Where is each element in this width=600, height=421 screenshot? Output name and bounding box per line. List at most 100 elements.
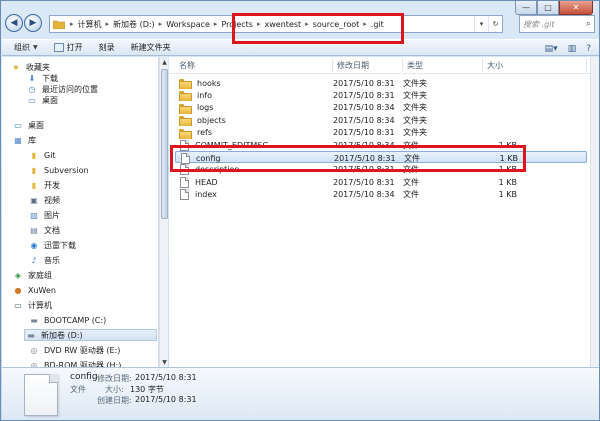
file-type: 文件 (403, 190, 419, 200)
search-icon: ⌕ (585, 19, 591, 29)
sidebar-item[interactable]: ◉ 迅雷下载 (28, 239, 77, 251)
breadcrumb-source-root[interactable]: source_root ▸ (311, 20, 369, 29)
sidebar-item[interactable]: ▭ 计算机 (12, 299, 52, 311)
file-row[interactable]: COMMIT_EDITMSG 2017/5/10 8:34 文件 1 KB (175, 139, 587, 151)
file-name: description (195, 165, 240, 175)
sidebar-item-label: 最近访问的位置 (42, 84, 98, 94)
column-header-date[interactable]: 修改日期 (333, 59, 403, 72)
file-modified-date: 2017/5/10 8:31 (333, 165, 395, 175)
file-type: 文件夹 (403, 115, 427, 125)
breadcrumb-workspace[interactable]: Workspace ▸ (164, 20, 219, 29)
scroll-down-icon[interactable]: ▼ (160, 357, 169, 367)
file-icon (180, 176, 189, 188)
folder-icon (179, 128, 192, 139)
navigation-scrollbar[interactable]: ▲ ▼ (159, 57, 168, 367)
details-file-name: config (70, 372, 98, 382)
sidebar-item-label: 音乐 (44, 255, 60, 265)
sidebar-item-label: XuWen (28, 285, 56, 295)
forward-button[interactable]: ▶ (24, 14, 42, 32)
breadcrumb-separator[interactable]: ▸ (68, 20, 76, 28)
sidebar-item[interactable]: ▮ Git (28, 149, 56, 161)
breadcrumb-xwentest[interactable]: xwentest ▸ (263, 20, 311, 29)
address-bar[interactable]: ▸ 计算机 ▸ 新加卷 (D:) ▸ Workspace ▸ Projects ▸ xw… (49, 15, 503, 33)
details-pane: config 修改日期: 2017/5/10 8:31 文件 大小: 130 字… (2, 367, 599, 420)
sidebar-item[interactable]: ◎ BD-ROM 驱动器 (H:) (28, 359, 122, 368)
maximize-button[interactable]: □ (537, 1, 559, 15)
breadcrumb-computer[interactable]: 计算机 ▸ (76, 19, 112, 30)
sidebar-item-label: 库 (28, 135, 36, 145)
details-size-label: 大小: (105, 385, 124, 394)
view-options-icon[interactable]: ▤▾ (545, 44, 558, 54)
sidebar-item[interactable]: ♪ 音乐 (28, 254, 60, 266)
sidebar-item[interactable]: ▭ 桌面 (12, 119, 44, 131)
column-header-name[interactable]: 名称 (175, 59, 333, 72)
navigation-pane: ★ 收藏夹 ⬇ 下载 ◷ 最近访问的位置 ▭ 桌面 ▭ 桌面 ▦ 库 ▮ Git ▮ Subversion ▮ 开… (2, 57, 159, 367)
breadcrumb-projects[interactable]: Projects ▸ (219, 20, 262, 29)
scrollbar-thumb[interactable] (161, 69, 168, 219)
burn-button[interactable]: 刻录 (99, 42, 115, 53)
music-icon: ♪ (31, 255, 37, 265)
file-size (475, 89, 517, 101)
explorer-window: — □ ✕ ◀ ▶ ▸ 计算机 ▸ 新加卷 (D:) ▸ Workspace ▸ Pr… (0, 0, 600, 421)
sidebar-item-label: 桌面 (42, 95, 58, 105)
close-button[interactable]: ✕ (559, 1, 593, 15)
sidebar-item[interactable]: ▦ 库 (12, 134, 36, 146)
file-row[interactable]: logs 2017/5/10 8:34 文件夹 (175, 102, 587, 114)
file-icon (181, 152, 190, 164)
computer-icon: ▭ (14, 300, 22, 310)
scroll-up-icon[interactable]: ▲ (160, 57, 169, 67)
dvd-icon: ◎ (30, 360, 38, 368)
breadcrumb-git[interactable]: .git (369, 20, 386, 29)
file-modified-date: 2017/5/10 8:34 (333, 115, 395, 125)
file-type: 文件 (404, 153, 420, 163)
open-button[interactable]: 打开 (53, 42, 83, 53)
file-list: 名称 修改日期 类型 大小 hooks 2017/5/10 8:31 文件夹 info… (169, 57, 590, 367)
new-folder-button[interactable]: 新建文件夹 (131, 42, 171, 53)
file-row[interactable]: objects 2017/5/10 8:34 文件夹 (175, 114, 587, 127)
refresh-icon[interactable]: ↻ (488, 16, 502, 32)
sidebar-item[interactable]: ▮ Subversion (28, 164, 89, 176)
file-name: logs (197, 103, 214, 113)
sidebar-item[interactable]: ▭ 桌面 (26, 94, 58, 106)
sidebar-item-label: DVD RW 驱动器 (E:) (44, 345, 121, 355)
file-row[interactable]: HEAD 2017/5/10 8:31 文件 1 KB (175, 176, 587, 188)
organize-button[interactable]: 组织 ▼ (14, 42, 38, 53)
sidebar-item[interactable]: ◎ DVD RW 驱动器 (E:) (28, 344, 121, 356)
help-icon[interactable]: ? (586, 44, 591, 54)
file-size (475, 114, 517, 126)
sidebar-item[interactable]: ▣ 视频 (28, 194, 60, 206)
column-header-type[interactable]: 类型 (403, 59, 483, 72)
address-dropdown-icon[interactable]: ▾ (474, 16, 488, 32)
sidebar-item[interactable]: ● XuWen (12, 284, 56, 296)
sidebar-item-label: 迅雷下载 (44, 240, 76, 250)
search-input[interactable]: 搜索 .git ⌕ (519, 15, 595, 33)
breadcrumb-drive-d[interactable]: 新加卷 (D:) ▸ (111, 19, 164, 30)
preview-pane-icon[interactable]: ▥ (568, 44, 577, 54)
sidebar-item[interactable]: ▮ 开发 (28, 179, 60, 191)
file-row[interactable]: description 2017/5/10 8:31 文件 1 KB (175, 164, 587, 176)
file-list-scrollbar[interactable] (590, 57, 599, 367)
file-row[interactable]: info 2017/5/10 8:31 文件夹 (175, 89, 587, 102)
sidebar-item[interactable]: ◈ 家庭组 (12, 269, 52, 281)
file-type: 文件夹 (403, 128, 427, 138)
folder-icon (179, 103, 192, 114)
file-row[interactable]: refs 2017/5/10 8:31 文件夹 (175, 127, 587, 139)
minimize-button[interactable]: — (515, 1, 537, 15)
file-row[interactable]: index 2017/5/10 8:34 文件 1 KB (175, 189, 587, 201)
file-size (475, 127, 517, 139)
dvd-icon: ◎ (30, 345, 38, 355)
file-row[interactable]: config 2017/5/10 8:31 文件 1 KB (175, 151, 587, 164)
sidebar-item[interactable]: ▤ 文档 (28, 224, 60, 236)
file-modified-date: 2017/5/10 8:31 (333, 177, 395, 187)
back-button[interactable]: ◀ (5, 14, 23, 32)
details-modified-label: 修改日期: (97, 374, 132, 383)
sidebar-item[interactable]: ▬ BOOTCAMP (C:) (28, 314, 106, 326)
desktop-icon: ▭ (28, 95, 36, 105)
folder-icon: ▮ (31, 180, 37, 190)
folder-icon: ▮ (31, 165, 37, 175)
file-row[interactable]: hooks 2017/5/10 8:31 文件夹 (175, 77, 587, 89)
sidebar-item[interactable]: ▬ 新加卷 (D:) (24, 329, 157, 341)
sidebar-item[interactable]: ▧ 图片 (28, 209, 60, 221)
column-header-size[interactable]: 大小 (483, 59, 587, 72)
sidebar-item-label: 开发 (44, 180, 60, 190)
